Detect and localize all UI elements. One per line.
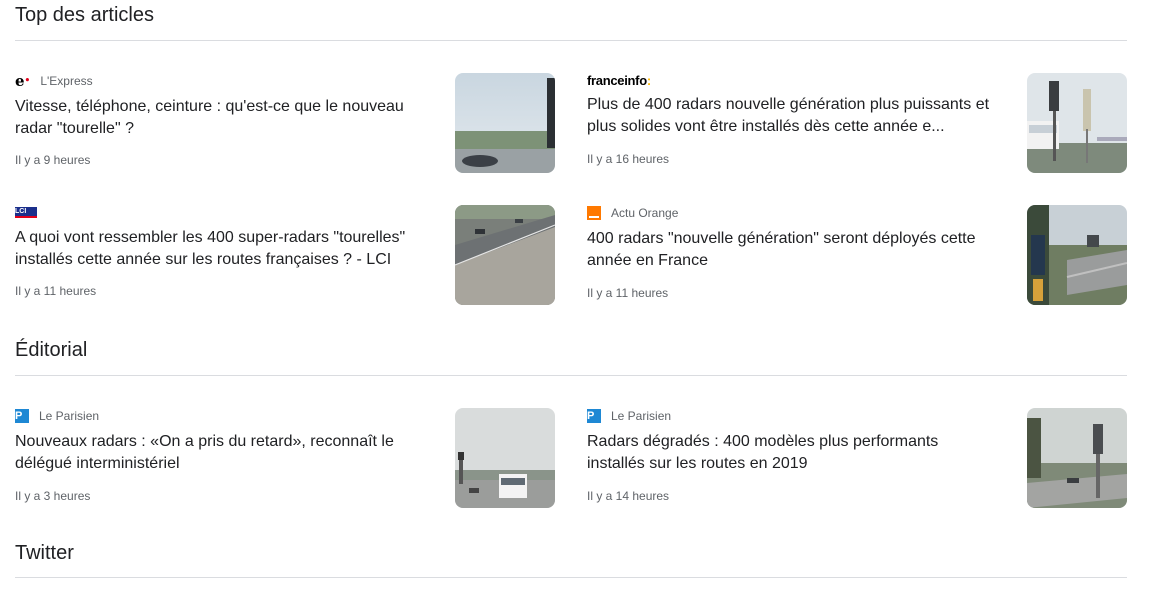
orange-logo-icon xyxy=(587,206,601,220)
lci-logo-icon: LCI xyxy=(15,206,37,218)
source-name: L'Express xyxy=(40,74,93,88)
article-time: Il y a 3 heures xyxy=(15,489,91,503)
article-headline[interactable]: Vitesse, téléphone, ceinture : qu'est-ce… xyxy=(15,96,425,140)
section-title-editorial: Éditorial xyxy=(15,339,88,361)
source-name: Le Parisien xyxy=(611,409,672,423)
source-name: Le Parisien xyxy=(39,409,100,423)
article-headline[interactable]: 400 radars "nouvelle génération" seront … xyxy=(587,228,997,272)
article-thumbnail[interactable] xyxy=(1027,408,1127,508)
article-headline[interactable]: Plus de 400 radars nouvelle génération p… xyxy=(587,94,997,138)
article-thumbnail[interactable] xyxy=(455,205,555,305)
article-thumbnail[interactable] xyxy=(455,408,555,508)
article-time: Il y a 9 heures xyxy=(15,153,91,167)
section-divider xyxy=(15,40,1127,41)
article-time: Il y a 14 heures xyxy=(587,489,670,503)
article-source: LCI xyxy=(15,205,47,219)
parisien-logo-icon: P xyxy=(587,409,601,423)
article-thumbnail[interactable] xyxy=(1027,73,1127,173)
article-card[interactable]: franceinfo: Plus de 400 radars nouvelle … xyxy=(587,73,1127,173)
article-headline[interactable]: Nouveaux radars : «On a pris du retard»,… xyxy=(15,431,425,475)
article-card[interactable]: P Le Parisien Nouveaux radars : «On a pr… xyxy=(15,408,555,508)
article-source: Actu Orange xyxy=(587,206,678,220)
section-title-twitter: Twitter xyxy=(15,542,74,564)
section-title-top-articles: Top des articles xyxy=(15,4,154,26)
source-name: Actu Orange xyxy=(611,206,679,220)
article-source: P Le Parisien xyxy=(15,409,99,423)
express-logo-icon: e • xyxy=(15,72,31,90)
article-time: Il y a 11 heures xyxy=(15,284,97,298)
article-thumbnail[interactable] xyxy=(1027,205,1127,305)
parisien-logo-icon: P xyxy=(15,409,29,423)
article-headline[interactable]: A quoi vont ressembler les 400 super-rad… xyxy=(15,227,425,271)
franceinfo-logo-icon: franceinfo: xyxy=(587,72,651,88)
article-card[interactable]: P Le Parisien Radars dégradés : 400 modè… xyxy=(587,408,1127,508)
article-card[interactable]: e • L'Express Vitesse, téléphone, ceintur… xyxy=(15,73,555,173)
article-source: franceinfo: xyxy=(587,72,661,88)
section-divider xyxy=(15,577,1127,578)
article-card[interactable]: LCI A quoi vont ressembler les 400 super… xyxy=(15,205,555,305)
source-name: franceinfo xyxy=(587,72,647,88)
article-source: e • L'Express xyxy=(15,72,93,90)
article-source: P Le Parisien xyxy=(587,409,671,423)
article-time: Il y a 16 heures xyxy=(587,152,670,166)
article-headline[interactable]: Radars dégradés : 400 modèles plus perfo… xyxy=(587,431,997,475)
article-card[interactable]: Actu Orange 400 radars "nouvelle générat… xyxy=(587,205,1127,305)
article-thumbnail[interactable] xyxy=(455,73,555,173)
section-divider xyxy=(15,375,1127,376)
article-time: Il y a 11 heures xyxy=(587,286,669,300)
